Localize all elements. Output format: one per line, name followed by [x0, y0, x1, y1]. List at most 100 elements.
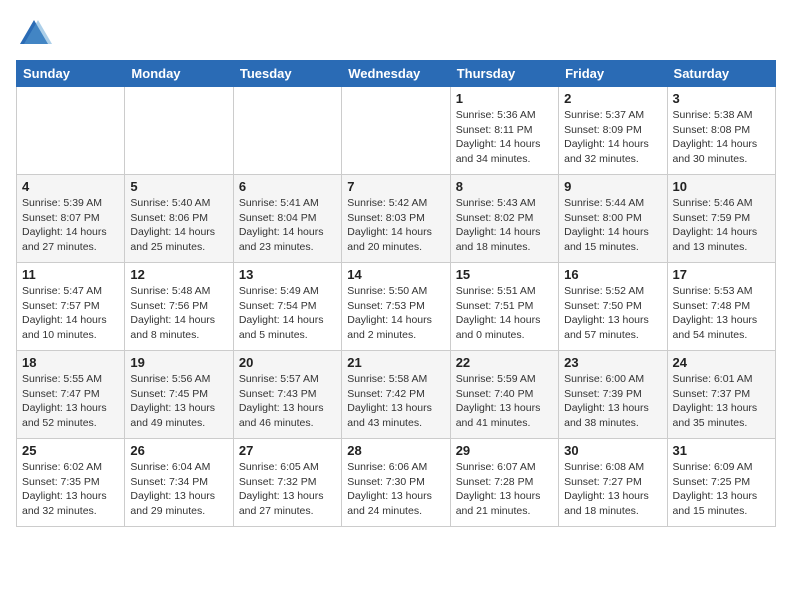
weekday-header-friday: Friday	[559, 61, 667, 87]
calendar-day-cell: 17Sunrise: 5:53 AM Sunset: 7:48 PM Dayli…	[667, 263, 775, 351]
page-header	[16, 16, 776, 52]
calendar-day-cell: 22Sunrise: 5:59 AM Sunset: 7:40 PM Dayli…	[450, 351, 558, 439]
day-number: 26	[130, 443, 227, 458]
day-number: 14	[347, 267, 444, 282]
day-number: 9	[564, 179, 661, 194]
calendar-week-row: 11 Sunrise: 5:47 AM Sunset: 7:57 PM Dayli…	[17, 263, 776, 351]
calendar-day-cell: 1Sunrise: 5:36 AM Sunset: 8:11 PM Daylig…	[450, 87, 558, 175]
day-number: 19	[130, 355, 227, 370]
day-info: Sunrise: 5:39 AM Sunset: 8:07 PM Dayligh…	[22, 196, 119, 255]
day-info: Sunrise: 6:04 AM Sunset: 7:34 PM Dayligh…	[130, 460, 227, 519]
calendar-day-cell: 3Sunrise: 5:38 AM Sunset: 8:08 PM Daylig…	[667, 87, 775, 175]
calendar-day-cell: 21 Sunrise: 5:58 AM Sunset: 7:42 PM Dayli…	[342, 351, 450, 439]
day-info: Sunrise: 5:43 AM Sunset: 8:02 PM Dayligh…	[456, 196, 553, 255]
calendar-day-cell: 26 Sunrise: 6:04 AM Sunset: 7:34 PM Dayli…	[125, 439, 233, 527]
calendar-day-cell: 11 Sunrise: 5:47 AM Sunset: 7:57 PM Dayli…	[17, 263, 125, 351]
day-number: 16	[564, 267, 661, 282]
day-info: Sunrise: 5:51 AM Sunset: 7:51 PM Dayligh…	[456, 284, 553, 343]
weekday-header-wednesday: Wednesday	[342, 61, 450, 87]
day-number: 13	[239, 267, 336, 282]
day-number: 29	[456, 443, 553, 458]
day-number: 6	[239, 179, 336, 194]
calendar-day-cell: 15 Sunrise: 5:51 AM Sunset: 7:51 PM Dayli…	[450, 263, 558, 351]
calendar-day-cell: 18 Sunrise: 5:55 AM Sunset: 7:47 PM Dayli…	[17, 351, 125, 439]
day-info: Sunrise: 5:55 AM Sunset: 7:47 PM Dayligh…	[22, 372, 119, 431]
day-info: Sunrise: 5:50 AM Sunset: 7:53 PM Dayligh…	[347, 284, 444, 343]
calendar-day-cell	[17, 87, 125, 175]
day-info: Sunrise: 6:07 AM Sunset: 7:28 PM Dayligh…	[456, 460, 553, 519]
day-number: 8	[456, 179, 553, 194]
day-number: 12	[130, 267, 227, 282]
day-info: Sunrise: 5:58 AM Sunset: 7:42 PM Dayligh…	[347, 372, 444, 431]
calendar-day-cell	[233, 87, 341, 175]
calendar-day-cell: 20 Sunrise: 5:57 AM Sunset: 7:43 PM Dayli…	[233, 351, 341, 439]
calendar-day-cell: 23 Sunrise: 6:00 AM Sunset: 7:39 PM Dayli…	[559, 351, 667, 439]
day-info: Sunrise: 6:09 AM Sunset: 7:25 PM Dayligh…	[673, 460, 770, 519]
day-number: 24	[673, 355, 770, 370]
day-number: 1	[456, 91, 553, 106]
calendar-day-cell: 29 Sunrise: 6:07 AM Sunset: 7:28 PM Dayli…	[450, 439, 558, 527]
logo	[16, 16, 56, 52]
day-info: Sunrise: 6:02 AM Sunset: 7:35 PM Dayligh…	[22, 460, 119, 519]
calendar-day-cell: 5 Sunrise: 5:40 AM Sunset: 8:06 PM Daylig…	[125, 175, 233, 263]
calendar-day-cell: 7Sunrise: 5:42 AM Sunset: 8:03 PM Daylig…	[342, 175, 450, 263]
day-number: 20	[239, 355, 336, 370]
weekday-header-tuesday: Tuesday	[233, 61, 341, 87]
calendar-day-cell: 4 Sunrise: 5:39 AM Sunset: 8:07 PM Daylig…	[17, 175, 125, 263]
day-number: 3	[673, 91, 770, 106]
day-info: Sunrise: 5:37 AM Sunset: 8:09 PM Dayligh…	[564, 108, 661, 167]
weekday-header-thursday: Thursday	[450, 61, 558, 87]
weekday-header-sunday: Sunday	[17, 61, 125, 87]
day-number: 27	[239, 443, 336, 458]
day-info: Sunrise: 5:44 AM Sunset: 8:00 PM Dayligh…	[564, 196, 661, 255]
calendar-day-cell: 30 Sunrise: 6:08 AM Sunset: 7:27 PM Dayli…	[559, 439, 667, 527]
day-info: Sunrise: 5:57 AM Sunset: 7:43 PM Dayligh…	[239, 372, 336, 431]
day-info: Sunrise: 6:01 AM Sunset: 7:37 PM Dayligh…	[673, 372, 770, 431]
calendar-day-cell: 16 Sunrise: 5:52 AM Sunset: 7:50 PM Dayli…	[559, 263, 667, 351]
day-info: Sunrise: 5:47 AM Sunset: 7:57 PM Dayligh…	[22, 284, 119, 343]
day-number: 2	[564, 91, 661, 106]
day-info: Sunrise: 6:08 AM Sunset: 7:27 PM Dayligh…	[564, 460, 661, 519]
weekday-header-row: SundayMondayTuesdayWednesdayThursdayFrid…	[17, 61, 776, 87]
calendar-day-cell: 27 Sunrise: 6:05 AM Sunset: 7:32 PM Dayli…	[233, 439, 341, 527]
day-info: Sunrise: 5:53 AM Sunset: 7:48 PM Dayligh…	[673, 284, 770, 343]
day-info: Sunrise: 6:00 AM Sunset: 7:39 PM Dayligh…	[564, 372, 661, 431]
calendar-day-cell: 2 Sunrise: 5:37 AM Sunset: 8:09 PM Daylig…	[559, 87, 667, 175]
day-info: Sunrise: 5:52 AM Sunset: 7:50 PM Dayligh…	[564, 284, 661, 343]
day-number: 30	[564, 443, 661, 458]
day-info: Sunrise: 5:59 AM Sunset: 7:40 PM Dayligh…	[456, 372, 553, 431]
day-number: 21	[347, 355, 444, 370]
day-number: 7	[347, 179, 444, 194]
calendar-day-cell: 19 Sunrise: 5:56 AM Sunset: 7:45 PM Dayli…	[125, 351, 233, 439]
calendar-day-cell: 25Sunrise: 6:02 AM Sunset: 7:35 PM Dayli…	[17, 439, 125, 527]
day-number: 23	[564, 355, 661, 370]
day-number: 10	[673, 179, 770, 194]
calendar-day-cell	[342, 87, 450, 175]
calendar-day-cell: 12 Sunrise: 5:48 AM Sunset: 7:56 PM Dayli…	[125, 263, 233, 351]
calendar-day-cell: 10 Sunrise: 5:46 AM Sunset: 7:59 PM Dayli…	[667, 175, 775, 263]
day-number: 15	[456, 267, 553, 282]
weekday-header-monday: Monday	[125, 61, 233, 87]
day-info: Sunrise: 5:41 AM Sunset: 8:04 PM Dayligh…	[239, 196, 336, 255]
day-number: 11	[22, 267, 119, 282]
day-info: Sunrise: 6:05 AM Sunset: 7:32 PM Dayligh…	[239, 460, 336, 519]
calendar-week-row: 1Sunrise: 5:36 AM Sunset: 8:11 PM Daylig…	[17, 87, 776, 175]
day-number: 31	[673, 443, 770, 458]
calendar-day-cell: 6 Sunrise: 5:41 AM Sunset: 8:04 PM Daylig…	[233, 175, 341, 263]
calendar-week-row: 4 Sunrise: 5:39 AM Sunset: 8:07 PM Daylig…	[17, 175, 776, 263]
calendar-day-cell: 28 Sunrise: 6:06 AM Sunset: 7:30 PM Dayli…	[342, 439, 450, 527]
calendar-day-cell: 31 Sunrise: 6:09 AM Sunset: 7:25 PM Dayli…	[667, 439, 775, 527]
day-info: Sunrise: 5:48 AM Sunset: 7:56 PM Dayligh…	[130, 284, 227, 343]
day-info: Sunrise: 6:06 AM Sunset: 7:30 PM Dayligh…	[347, 460, 444, 519]
day-info: Sunrise: 5:56 AM Sunset: 7:45 PM Dayligh…	[130, 372, 227, 431]
calendar-day-cell: 9 Sunrise: 5:44 AM Sunset: 8:00 PM Daylig…	[559, 175, 667, 263]
day-number: 28	[347, 443, 444, 458]
day-number: 18	[22, 355, 119, 370]
day-info: Sunrise: 5:40 AM Sunset: 8:06 PM Dayligh…	[130, 196, 227, 255]
calendar-day-cell	[125, 87, 233, 175]
day-info: Sunrise: 5:46 AM Sunset: 7:59 PM Dayligh…	[673, 196, 770, 255]
day-number: 4	[22, 179, 119, 194]
calendar-day-cell: 8 Sunrise: 5:43 AM Sunset: 8:02 PM Daylig…	[450, 175, 558, 263]
calendar-day-cell: 13Sunrise: 5:49 AM Sunset: 7:54 PM Dayli…	[233, 263, 341, 351]
day-number: 5	[130, 179, 227, 194]
